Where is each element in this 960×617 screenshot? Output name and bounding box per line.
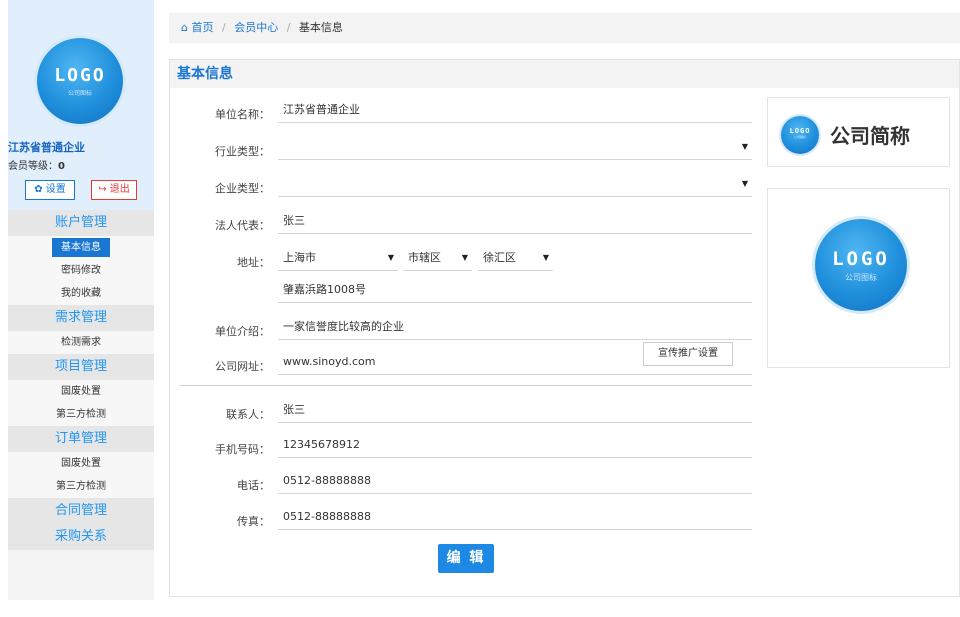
city-value: 市辖区 (408, 251, 441, 264)
nav-group-demand[interactable]: 需求管理 (8, 305, 154, 331)
sidebar-nav: 账户管理 基本信息 密码修改 我的收藏 需求管理 检测需求 项目管理 固废处置 … (8, 210, 154, 550)
province-value: 上海市 (283, 251, 316, 264)
nav-group-contract[interactable]: 合同管理 (8, 498, 154, 524)
nav-group-order[interactable]: 订单管理 (8, 426, 154, 452)
gear-icon: ✿ (34, 184, 43, 195)
company-logo-large: LOGO 公司图标 (815, 219, 907, 311)
caret-down-icon: ▼ (387, 253, 394, 262)
enterprise-type-label: 企业类型： (215, 182, 270, 195)
breadcrumb-member-center[interactable]: 会员中心 (234, 21, 278, 34)
address-label: 地址： (237, 256, 270, 269)
nav-item-order-third-party[interactable]: 第三方检测 (8, 475, 154, 498)
logout-icon: ↪ (98, 184, 107, 195)
company-short-name: 公司简称 (830, 124, 910, 148)
sidebar-profile: LOGO 公司图标 江苏省普通企业 会员等级：0 ✿ 设置 ↪ 退出 (8, 0, 154, 210)
large-logo-subtext: 公司图标 (845, 273, 877, 282)
promo-settings-button[interactable]: 宣传推广设置 (643, 342, 733, 366)
settings-button-label: 设置 (45, 184, 66, 195)
logout-button-label: 退出 (109, 184, 130, 195)
breadcrumb-separator: / (286, 21, 291, 34)
settings-button[interactable]: ✿ 设置 (25, 180, 75, 200)
website-label: 公司网址： (215, 360, 270, 373)
breadcrumb-home[interactable]: 首页 (191, 21, 213, 34)
intro-field[interactable]: 一家信誉度比较高的企业 (278, 316, 752, 340)
fax-label: 传真： (237, 515, 270, 528)
breadcrumb-separator: / (221, 21, 226, 34)
nav-item-label: 基本信息 (52, 238, 110, 257)
logout-button[interactable]: ↪ 退出 (91, 180, 137, 200)
brand-logo-text: LOGO (789, 127, 811, 135)
home-icon[interactable]: ⌂ (181, 21, 188, 34)
brand-card: LOGO 公司图标 公司简称 (767, 97, 950, 167)
form-divider (180, 385, 752, 386)
member-level: 会员等级：0 (8, 157, 65, 172)
logo-text: LOGO (54, 65, 106, 86)
legal-rep-field[interactable]: 张三 (278, 210, 752, 234)
district-select[interactable]: 徐汇区 ▼ (478, 247, 553, 271)
nav-item-order-waste[interactable]: 固废处置 (8, 452, 154, 475)
nav-group-purchase[interactable]: 采购关系 (8, 524, 154, 550)
caret-down-icon: ▼ (542, 253, 549, 262)
nav-item-password[interactable]: 密码修改 (8, 259, 154, 282)
legal-rep-label: 法人代表： (215, 219, 270, 232)
contact-field[interactable]: 张三 (278, 399, 752, 423)
brand-logo: LOGO 公司图标 (781, 116, 819, 154)
company-logo: LOGO 公司图标 (37, 38, 123, 124)
contact-label: 联系人： (226, 408, 270, 421)
caret-down-icon: ▼ (461, 253, 468, 262)
member-level-label: 会员等级： (8, 161, 58, 172)
panel-title: 基本信息 (170, 60, 959, 88)
basic-info-panel: 基本信息 单位名称： 江苏省普通企业 行业类型： ▼ 企业类型： ▼ 法人代表：… (169, 59, 960, 597)
mobile-field[interactable]: 12345678912 (278, 434, 752, 458)
caret-down-icon: ▼ (741, 142, 748, 151)
enterprise-type-select[interactable]: ▼ (278, 173, 752, 197)
company-name: 江苏省普通企业 (8, 141, 85, 154)
industry-type-select[interactable]: ▼ (278, 136, 752, 160)
phone-label: 电话： (237, 479, 270, 492)
caret-down-icon: ▼ (741, 179, 748, 188)
nav-item-favorites[interactable]: 我的收藏 (8, 282, 154, 305)
mobile-label: 手机号码： (215, 443, 270, 456)
fax-field[interactable]: 0512-88888888 (278, 506, 752, 530)
sidebar: LOGO 公司图标 江苏省普通企业 会员等级：0 ✿ 设置 ↪ 退出 账户管理 … (8, 0, 154, 600)
nav-group-account[interactable]: 账户管理 (8, 210, 154, 236)
address-detail-field[interactable]: 肇嘉浜路1008号 (278, 279, 752, 303)
industry-type-label: 行业类型： (215, 145, 270, 158)
nav-item-project-third-party[interactable]: 第三方检测 (8, 403, 154, 426)
unit-name-label: 单位名称： (215, 108, 270, 121)
logo-upload-box[interactable]: LOGO 公司图标 (767, 188, 950, 368)
district-value: 徐汇区 (483, 251, 516, 264)
intro-label: 单位介绍： (215, 325, 270, 338)
row-address: 地址： 上海市 ▼ 市辖区 ▼ 徐汇区 ▼ (170, 245, 770, 279)
nav-item-basic-info[interactable]: 基本信息 (8, 236, 154, 259)
edit-button[interactable]: 编 辑 (438, 544, 494, 573)
phone-field[interactable]: 0512-88888888 (278, 470, 752, 494)
nav-item-test-demand[interactable]: 检测需求 (8, 331, 154, 354)
logo-subtext: 公司图标 (67, 90, 92, 97)
breadcrumb-current: 基本信息 (298, 21, 343, 34)
nav-group-project[interactable]: 项目管理 (8, 354, 154, 380)
member-level-value: 0 (58, 161, 65, 172)
city-select[interactable]: 市辖区 ▼ (403, 247, 472, 271)
nav-item-project-waste[interactable]: 固废处置 (8, 380, 154, 403)
brand-logo-subtext: 公司图标 (793, 135, 806, 139)
unit-name-field[interactable]: 江苏省普通企业 (278, 99, 752, 123)
large-logo-text: LOGO (832, 248, 890, 270)
province-select[interactable]: 上海市 ▼ (278, 247, 398, 271)
breadcrumb: ⌂ 首页 / 会员中心 / 基本信息 (169, 13, 960, 43)
